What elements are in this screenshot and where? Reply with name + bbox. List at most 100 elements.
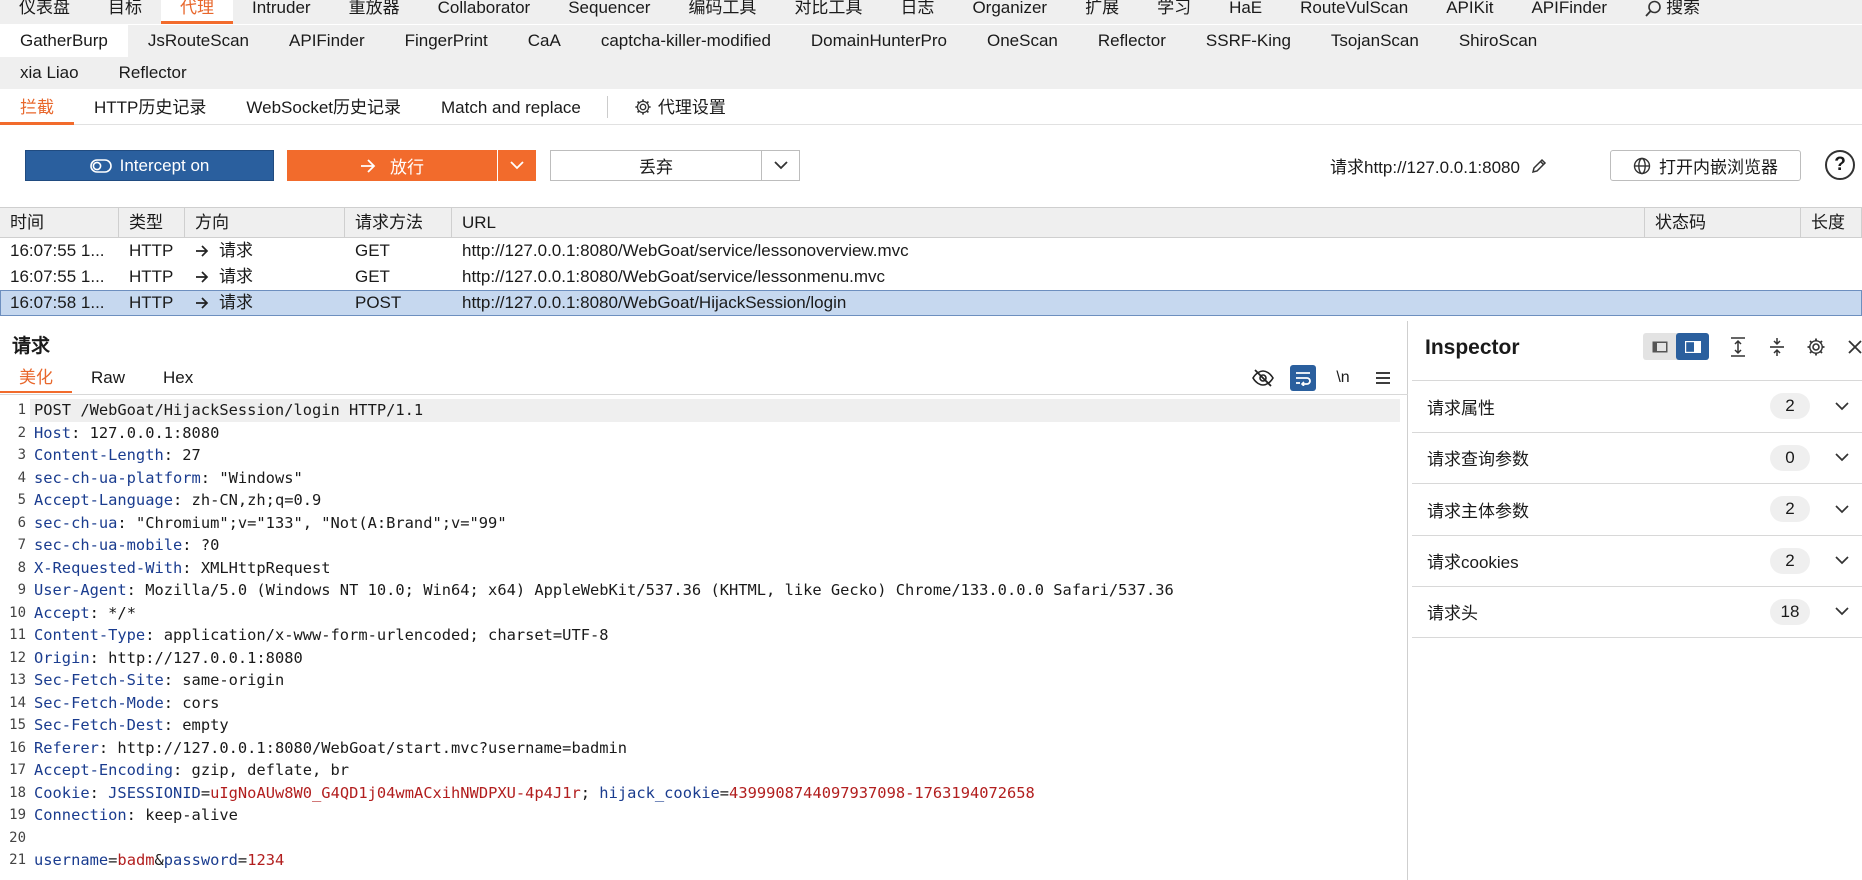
extension-tab[interactable]: CaA (508, 25, 581, 57)
nav-tab[interactable]: 仪表盘 (0, 0, 89, 24)
inspector-section[interactable]: 请求属性 2 (1412, 380, 1862, 432)
drop-options-button[interactable] (761, 151, 799, 180)
direction-label: 请求 (219, 241, 253, 260)
line-text: Accept: */* (34, 603, 136, 622)
line-text: User-Agent: Mozilla/5.0 (Windows NT 10.0… (34, 581, 1174, 599)
type-cell: HTTP (129, 267, 174, 286)
extension-tab[interactable]: OneScan (967, 25, 1078, 57)
chevron-down-icon[interactable] (1828, 402, 1856, 411)
extension-tab[interactable]: DomainHunterPro (791, 25, 967, 57)
column-header[interactable]: URL (452, 208, 1645, 238)
close-icon[interactable] (1842, 334, 1862, 360)
pencil-icon[interactable] (1530, 157, 1548, 175)
word-wrap-icon[interactable] (1290, 365, 1316, 391)
table-row[interactable]: 16:07:58 1... HTTP 请求 POST http://127.0.0.1:… (0, 290, 1862, 316)
table-row[interactable]: 16:07:55 1... HTTP 请求 GET http://127.0.0.1:8… (0, 264, 1862, 290)
inspector-section[interactable]: 请求查询参数 0 (1412, 431, 1862, 484)
line-text: username=badm&password=1234 (34, 851, 285, 869)
header-name: sec-ch-ua-platform (34, 468, 201, 487)
table-row[interactable]: 16:07:55 1... HTTP 请求 GET http://127.0.0.1:8… (0, 238, 1862, 264)
extension-nav-row-1: GatherBurp JsRouteScan APIFinder FingerPrin… (0, 25, 1862, 57)
forward-button[interactable]: 放行 (287, 150, 497, 181)
extension-tab[interactable]: Reflector (1078, 25, 1186, 57)
header-name: Connection (34, 806, 127, 824)
extension-tab[interactable]: JsRouteScan (128, 25, 269, 57)
extension-tab[interactable]: TsojanScan (1311, 25, 1439, 57)
nav-tab[interactable]: 扩展 (1066, 0, 1138, 24)
inspector-section[interactable]: 请求cookies 2 (1412, 534, 1862, 587)
nav-tab[interactable]: Organizer (953, 0, 1066, 24)
line-text: Host: 127.0.0.1:8080 (34, 423, 220, 442)
search-button[interactable]: 搜索 (1626, 0, 1719, 24)
length-cell (1801, 238, 1862, 264)
forward-options-button[interactable] (497, 150, 536, 181)
extension-tab[interactable]: SSRF-King (1186, 25, 1311, 57)
header-name: Sec-Fetch-Mode (34, 693, 164, 712)
nav-tab[interactable]: APIFinder (1512, 0, 1626, 24)
nav-tab[interactable]: 重放器 (330, 0, 419, 24)
layout-split-icon[interactable] (1676, 333, 1709, 360)
time-cell: 16:07:55 1... (10, 267, 105, 286)
request-message-editor[interactable]: 1 POST /WebGoat/HijackSession/login HTTP/… (0, 399, 1400, 872)
column-header[interactable]: 类型 (119, 208, 185, 238)
line-text: Sec-Fetch-Site: same-origin (34, 671, 285, 689)
chevron-down-icon[interactable] (1828, 505, 1856, 514)
nav-tab[interactable]: 对比工具 (775, 0, 881, 24)
nav-tab[interactable]: 学习 (1138, 0, 1210, 24)
column-header[interactable]: 长度 (1801, 208, 1862, 238)
line-number: 2 (17, 424, 26, 441)
nav-tab[interactable]: APIKit (1427, 0, 1512, 24)
header-value: XMLHttpRequest (200, 558, 331, 577)
intercept-label: Intercept on (119, 155, 210, 175)
layout-list-icon[interactable] (1643, 333, 1676, 360)
extension-tab[interactable]: captcha-killer-modified (581, 25, 791, 57)
extension-tab[interactable]: xia Liao (0, 57, 99, 89)
extension-tab[interactable]: ShiroScan (1439, 25, 1557, 57)
column-header[interactable]: 时间 (0, 208, 119, 238)
nav-tab[interactable]: 目标 (89, 0, 161, 24)
newline-toggle-icon[interactable]: \n (1330, 365, 1356, 391)
request-view-tab[interactable]: 美化 (0, 363, 72, 393)
column-header[interactable]: 方向 (185, 208, 345, 238)
proxy-tab[interactable]: Match and replace (421, 90, 601, 125)
extension-tab[interactable]: APIFinder (269, 25, 385, 57)
nav-tab[interactable]: 代理 (161, 0, 233, 24)
proxy-tab[interactable]: HTTP历史记录 (74, 90, 226, 125)
gear-icon[interactable] (1803, 334, 1829, 360)
chevron-down-icon[interactable] (1828, 556, 1856, 565)
column-header[interactable]: 请求方法 (345, 208, 452, 238)
chevron-down-icon[interactable] (1828, 607, 1856, 616)
nav-tab[interactable]: 日志 (881, 0, 953, 24)
nav-tab[interactable]: HaE (1210, 0, 1281, 24)
intercept-toggle-button[interactable]: Intercept on (25, 150, 274, 181)
inspector-section[interactable]: 请求主体参数 2 (1412, 483, 1862, 535)
proxy-tab[interactable]: 拦截 (0, 90, 74, 125)
extension-tab[interactable]: Reflector (99, 57, 207, 89)
proxy-settings-button[interactable]: 代理设置 (614, 90, 746, 125)
proxy-tab[interactable]: WebSocket历史记录 (226, 90, 421, 125)
chevron-down-icon[interactable] (1828, 453, 1856, 462)
inspector-section[interactable]: 请求头 18 (1412, 586, 1862, 638)
column-header[interactable]: 状态码 (1645, 208, 1801, 238)
request-view-tab[interactable]: Hex (144, 363, 212, 393)
nav-tab[interactable]: Intruder (233, 0, 330, 24)
status-cell (1645, 264, 1801, 290)
expand-all-icon[interactable] (1725, 334, 1751, 360)
hide-eye-icon[interactable] (1250, 365, 1276, 391)
request-view-tab[interactable]: Raw (72, 363, 144, 393)
nav-tab[interactable]: 编码工具 (669, 0, 775, 24)
nav-tab[interactable]: Collaborator (419, 0, 550, 24)
globe-icon (1633, 157, 1651, 175)
extension-tab[interactable]: GatherBurp (0, 25, 128, 57)
line-number: 8 (17, 559, 26, 576)
code-line: 19 Connection: keep-alive (0, 804, 1400, 827)
extension-tab[interactable]: FingerPrint (385, 25, 508, 57)
drop-button[interactable]: 丢弃 (550, 150, 800, 181)
collapse-all-icon[interactable] (1764, 334, 1790, 360)
help-button[interactable]: ? (1825, 150, 1855, 180)
menu-icon[interactable] (1370, 365, 1396, 391)
type-cell: HTTP (129, 241, 174, 260)
nav-tab[interactable]: RouteVulScan (1281, 0, 1427, 24)
nav-tab[interactable]: Sequencer (549, 0, 669, 24)
open-browser-button[interactable]: 打开内嵌浏览器 (1610, 150, 1801, 181)
